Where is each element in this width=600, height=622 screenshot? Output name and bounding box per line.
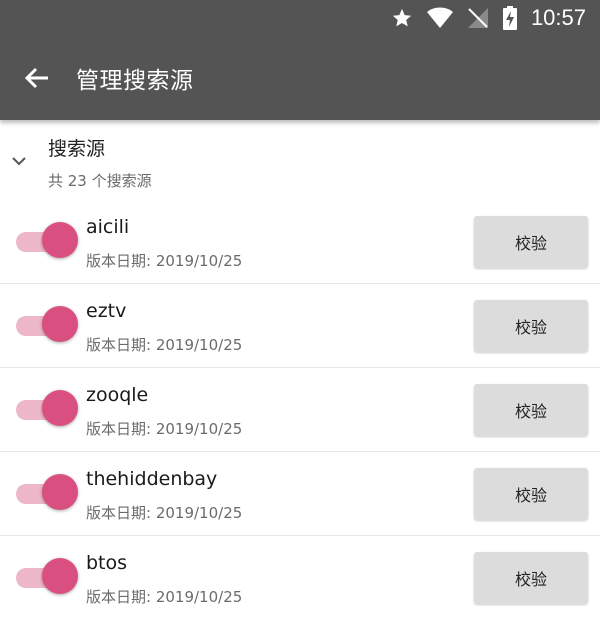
- search-source-group-header[interactable]: 搜索源 共 23 个搜索源: [0, 120, 600, 198]
- star-icon: [391, 7, 413, 29]
- enable-toggle[interactable]: [14, 390, 80, 430]
- version-date: 版本日期: 2019/10/25: [86, 336, 243, 354]
- source-name: aicili: [86, 216, 130, 238]
- source-list: aicili 版本日期: 2019/10/25 校验 eztv 版本日期: 20…: [0, 200, 600, 620]
- verify-button[interactable]: 校验: [474, 384, 588, 436]
- chevron-down-icon[interactable]: [8, 150, 30, 172]
- version-date: 版本日期: 2019/10/25: [86, 252, 243, 270]
- arrow-left-icon[interactable]: [22, 63, 52, 93]
- enable-toggle[interactable]: [14, 474, 80, 514]
- verify-button[interactable]: 校验: [474, 468, 588, 520]
- wifi-icon: [426, 7, 453, 29]
- group-count: 共 23 个搜索源: [48, 172, 152, 190]
- version-date: 版本日期: 2019/10/25: [86, 504, 243, 522]
- verify-button[interactable]: 校验: [474, 216, 588, 268]
- group-title: 搜索源: [48, 138, 106, 160]
- list-item: thehiddenbay 版本日期: 2019/10/25 校验: [0, 452, 600, 536]
- status-bar: 10:57: [0, 0, 600, 36]
- source-name: eztv: [86, 300, 127, 322]
- verify-button[interactable]: 校验: [474, 552, 588, 604]
- app-bar: 管理搜索源: [0, 36, 600, 120]
- battery-charging-icon: [502, 6, 517, 30]
- no-signal-icon: [467, 7, 489, 29]
- list-item: aicili 版本日期: 2019/10/25 校验: [0, 200, 600, 284]
- enable-toggle[interactable]: [14, 306, 80, 346]
- list-item: btos 版本日期: 2019/10/25 校验: [0, 536, 600, 620]
- clock-time: 10:57: [530, 5, 586, 30]
- source-name: zooqle: [86, 384, 149, 406]
- enable-toggle[interactable]: [14, 222, 80, 262]
- source-name: thehiddenbay: [86, 468, 218, 490]
- list-item: zooqle 版本日期: 2019/10/25 校验: [0, 368, 600, 452]
- source-name: btos: [86, 552, 128, 574]
- verify-button[interactable]: 校验: [474, 300, 588, 352]
- page-title: 管理搜索源: [76, 68, 194, 94]
- list-item: eztv 版本日期: 2019/10/25 校验: [0, 284, 600, 368]
- version-date: 版本日期: 2019/10/25: [86, 588, 243, 606]
- version-date: 版本日期: 2019/10/25: [86, 420, 243, 438]
- enable-toggle[interactable]: [14, 558, 80, 598]
